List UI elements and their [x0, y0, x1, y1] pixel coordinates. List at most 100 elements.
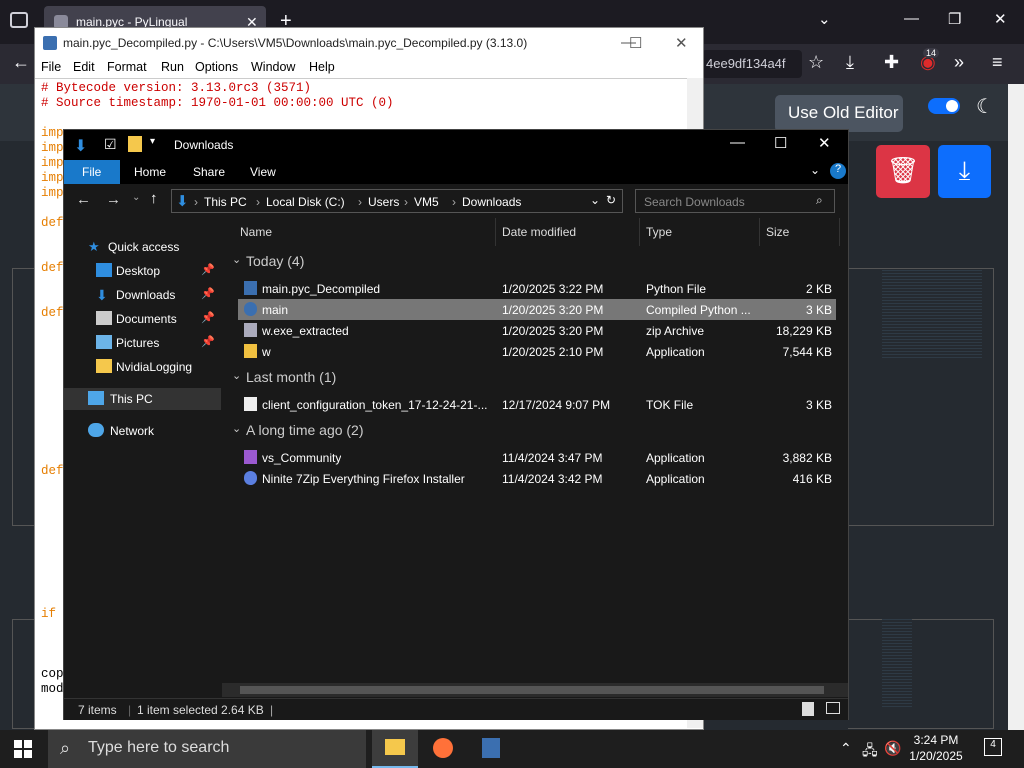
minimize-icon[interactable]: —: [904, 10, 919, 27]
customize-qat-icon[interactable]: ▾: [150, 136, 155, 147]
nav-downloads[interactable]: ⬇ Downloads 📌: [64, 284, 221, 306]
forward-icon[interactable]: →: [106, 191, 121, 208]
maximize-icon[interactable]: ☐: [629, 34, 642, 52]
download-icon: ⤓: [958, 155, 971, 185]
column-name[interactable]: Name: [240, 225, 272, 239]
maximize-icon[interactable]: ☐: [774, 134, 787, 152]
menu-window[interactable]: Window: [251, 60, 295, 74]
menu-run[interactable]: Run: [161, 60, 184, 74]
file-row[interactable]: client_configuration_token_17-12-24-21-.…: [238, 394, 836, 415]
tab-list-icon[interactable]: [10, 12, 28, 28]
network-icon: [88, 423, 104, 437]
up-icon[interactable]: ↑: [150, 190, 158, 207]
bookmark-star-icon[interactable]: ☆: [808, 52, 824, 73]
network-tray-icon[interactable]: 🖧: [862, 740, 878, 764]
delete-button[interactable]: 🗑: [876, 145, 930, 198]
clock-time: 3:24 PM: [913, 733, 959, 747]
column-date-modified[interactable]: Date modified: [502, 225, 576, 239]
folder-icon: [128, 136, 142, 152]
group-today[interactable]: ⌄ Today (4): [222, 251, 848, 273]
show-hidden-icons-icon[interactable]: ⌃: [840, 740, 852, 757]
breadcrumb-this-pc[interactable]: This PC: [204, 195, 247, 209]
menu-icon[interactable]: ≡: [992, 52, 1003, 73]
menu-help[interactable]: Help: [309, 60, 335, 74]
theme-toggle[interactable]: [928, 98, 960, 114]
column-type[interactable]: Type: [646, 225, 672, 239]
nav-this-pc[interactable]: This PC: [64, 388, 221, 410]
ribbon-tab-share[interactable]: Share: [193, 165, 225, 179]
restore-icon[interactable]: ❐: [948, 10, 961, 28]
breadcrumb-vm5[interactable]: VM5: [414, 195, 439, 209]
windows-start-icon[interactable]: [14, 740, 32, 758]
nav-quick-access[interactable]: ★ Quick access: [64, 236, 221, 258]
close-icon[interactable]: ✕: [675, 34, 688, 52]
menu-edit[interactable]: Edit: [73, 60, 95, 74]
taskbar-search[interactable]: ⌕ Type here to search: [48, 730, 366, 768]
breadcrumb-local-disk[interactable]: Local Disk (C:): [266, 195, 345, 209]
ribbon-tab-home[interactable]: Home: [134, 165, 166, 179]
clock[interactable]: 3:24 PM 1/20/2025: [904, 732, 968, 764]
ribbon-tab-view[interactable]: View: [250, 165, 276, 179]
volume-muted-icon[interactable]: 🔇: [884, 740, 901, 757]
nav-network[interactable]: Network: [64, 420, 221, 442]
search-placeholder: Search Downloads: [644, 195, 745, 209]
ribbon-tab-file[interactable]: File: [64, 160, 120, 184]
breadcrumb-downloads[interactable]: Downloads: [462, 195, 521, 209]
address-bar[interactable]: ⬇ › This PC › Local Disk (C:) › Users › …: [171, 189, 623, 213]
file-row-selected[interactable]: main 1/20/2025 3:20 PM Compiled Python .…: [238, 299, 836, 320]
refresh-icon[interactable]: ↻: [606, 193, 616, 207]
download-icon[interactable]: ⤓: [846, 52, 854, 73]
properties-icon[interactable]: ☑: [104, 136, 117, 153]
menu-options[interactable]: Options: [195, 60, 238, 74]
firefox-taskbar-icon[interactable]: [420, 730, 466, 768]
desktop-icon: [96, 263, 112, 277]
horizontal-scrollbar[interactable]: [222, 683, 848, 697]
quick-access-down-icon[interactable]: ⬇: [74, 136, 87, 156]
breadcrumb-users[interactable]: Users: [368, 195, 399, 209]
code-line: # Source timestamp: 1970-01-01 00:00:00 …: [41, 96, 394, 110]
compiled-python-icon: [244, 302, 257, 316]
chevron-down-icon[interactable]: ⌄: [818, 10, 831, 28]
group-long-ago[interactable]: ⌄ A long time ago (2): [222, 420, 848, 442]
page-scrollbar[interactable]: [1008, 84, 1024, 730]
menu-format[interactable]: Format: [107, 60, 147, 74]
column-size[interactable]: Size: [766, 225, 789, 239]
file-row[interactable]: Ninite 7Zip Everything Firefox Installer…: [238, 468, 836, 489]
back-icon[interactable]: ←: [76, 191, 91, 208]
nav-documents[interactable]: Documents 📌: [64, 308, 221, 330]
idle-title: main.pyc_Decompiled.py - C:\Users\VM5\Do…: [63, 36, 528, 50]
expand-ribbon-icon[interactable]: ⌄: [810, 163, 820, 177]
overflow-chevron-icon[interactable]: »: [954, 52, 964, 73]
search-box[interactable]: Search Downloads ⌕: [635, 189, 835, 213]
file-explorer-taskbar-icon[interactable]: [372, 730, 418, 768]
python-idle-taskbar-icon[interactable]: [468, 730, 514, 768]
file-row[interactable]: w.exe_extracted 1/20/2025 3:20 PM zip Ar…: [238, 320, 836, 341]
extensions-icon[interactable]: ✚: [884, 52, 899, 73]
nav-desktop[interactable]: Desktop 📌: [64, 260, 221, 282]
notification-center-icon[interactable]: 4: [984, 738, 1002, 756]
large-icons-view-icon[interactable]: [826, 702, 840, 714]
help-icon[interactable]: ?: [830, 163, 846, 179]
menu-file[interactable]: File: [41, 60, 61, 74]
scroll-thumb[interactable]: [240, 686, 824, 694]
file-row[interactable]: main.pyc_Decompiled 1/20/2025 3:22 PM Py…: [238, 278, 836, 299]
details-view-icon[interactable]: [802, 702, 814, 716]
url-bar[interactable]: 4ee9df134a4f: [702, 50, 802, 78]
nav-pictures[interactable]: Pictures 📌: [64, 332, 221, 354]
visual-studio-icon: [244, 450, 257, 464]
close-icon[interactable]: ✕: [994, 10, 1007, 28]
file-row[interactable]: vs_Community 11/4/2024 3:47 PM Applicati…: [238, 447, 836, 468]
minimize-icon[interactable]: —: [730, 134, 745, 151]
address-dropdown-icon[interactable]: ⌄: [590, 193, 600, 207]
file-row[interactable]: w 1/20/2025 2:10 PM Application 7,544 KB: [238, 341, 836, 362]
back-icon[interactable]: ←: [12, 52, 30, 73]
group-last-month[interactable]: ⌄ Last month (1): [222, 367, 848, 389]
nav-nvidia-logging[interactable]: NvidiaLogging: [64, 356, 221, 378]
download-button[interactable]: ⤓: [938, 145, 991, 198]
close-icon[interactable]: ✕: [818, 134, 831, 152]
taskbar: ⌕ Type here to search ⌃ 🖧 🔇 3:24 PM 1/20…: [0, 730, 1024, 768]
editor-panel-right-2: [848, 619, 994, 729]
collapse-chevron-icon: ⌄: [232, 254, 242, 266]
use-old-editor-button[interactable]: Use Old Editor: [775, 95, 903, 132]
recent-locations-icon[interactable]: ⌄: [132, 192, 140, 203]
